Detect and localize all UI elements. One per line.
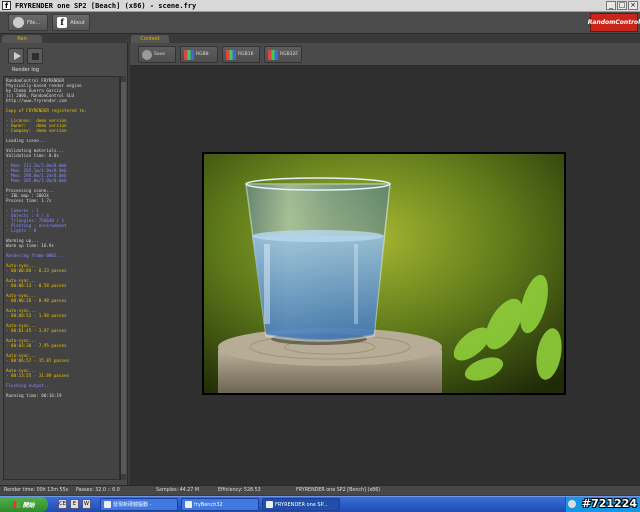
file-button-label: File... [27,19,41,26]
about-button-label: About [70,19,85,26]
close-button[interactable]: × [628,1,638,10]
render-log-label: Render log [12,67,40,73]
tab-render[interactable]: Ren [2,35,42,43]
start-button[interactable]: 開始 [0,497,48,512]
rendered-image [202,152,566,395]
taskbar-item-hardware[interactable]: 發現新硬體驅動 - [100,498,178,511]
log-line: Running time: 00:16:19 [6,393,62,398]
window-icon [104,501,111,508]
render-log[interactable]: RandomControl FRYRENDER Physically-based … [3,76,120,480]
save-button[interactable]: Save [138,46,176,63]
play-button[interactable] [8,48,24,64]
rgb32f-button-label: RGB32F [279,52,298,57]
window-controls: _ □ × [606,1,638,10]
tray-icon[interactable] [568,500,576,508]
main-toolbar: File... f About [0,12,640,34]
stop-button[interactable] [27,48,43,64]
passes-status: Passes: 32.0 :: 6.0 [76,488,120,493]
tab-context[interactable]: Context [131,35,169,43]
app-icon[interactable]: f [2,1,11,10]
maximize-button[interactable]: □ [617,1,627,10]
efficiency-status: Efficiency: 528.53 [218,488,261,493]
about-button[interactable]: f About [52,14,90,31]
window-title: FRYRENDER one SP2 [Beach] (x86) - scene.… [15,2,197,10]
file-button[interactable]: File... [8,14,48,31]
quicklaunch-item-1[interactable]: CE [58,499,67,509]
context-toolbar: Save RGB8 RGB16 RGB32F [130,43,640,66]
task-label: fryBench32 [194,501,223,508]
samples-status: Samples: 44.27 M [156,488,200,493]
glass-on-stump-render [204,154,564,393]
start-button-label: 開始 [22,502,35,509]
render-controls [8,48,43,64]
window-titlebar: f FRYRENDER one SP2 [Beach] (x86) - scen… [0,0,640,12]
render-time-status: Render time: 00h 13m 55s [4,488,69,493]
rgb-icon [268,49,278,60]
minimize-button[interactable]: _ [606,1,616,10]
render-log-scrollbar[interactable] [120,76,126,480]
rgb16-button-label: RGB16 [238,52,254,57]
quicklaunch-item-3[interactable]: W [82,499,91,509]
brand-logo: RandomControl [588,13,640,32]
taskbar-item-frybench[interactable]: fryBench32 [181,498,259,511]
status-bar: Render time: 00h 13m 55s Passes: 32.0 ::… [0,485,640,495]
fry-logo-icon: f [57,17,68,28]
taskbar-item-fryrender[interactable]: FRYRENDER one SP... [262,498,340,511]
rgb16-button[interactable]: RGB16 [222,46,260,63]
rgb8-button-label: RGB8 [196,52,209,57]
rgb8-button[interactable]: RGB8 [180,46,218,63]
version-status: FRYRENDER one SP2 [Bench] (x86) [296,488,381,493]
watermark-text: #721224 [581,497,637,510]
rgb-icon [184,49,194,60]
rgb-icon [226,49,236,60]
quicklaunch-item-2[interactable]: E [70,499,79,509]
windows-logo-icon [13,501,21,508]
windows-taskbar: 開始 CE E W 發現新硬體驅動 - fryBench32 FRYRENDER… [0,496,640,512]
task-label: FRYRENDER one SP... [275,501,328,508]
folder-icon [185,501,192,508]
rgb32f-button[interactable]: RGB32F [264,46,302,63]
disc-icon [142,49,152,60]
render-panel: Render log RandomControl FRYRENDER Physic… [0,43,128,485]
save-button-label: Save [154,52,166,57]
fryrender-icon [266,501,273,508]
disc-icon [13,17,24,28]
scrollbar-thumb[interactable] [121,82,126,474]
task-label: 發現新硬體驅動 - [113,502,152,508]
